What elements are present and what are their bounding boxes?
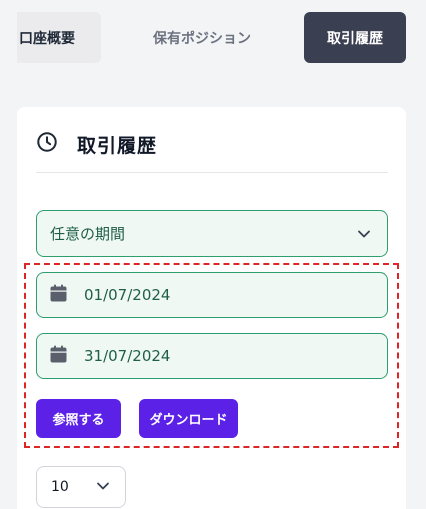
tab-account-summary[interactable]: 口座概要 [17, 12, 101, 63]
tab-bar: 口座概要 保有ポジション 取引履歴 [0, 0, 426, 80]
calendar-icon [50, 284, 84, 306]
end-date-value: 31/07/2024 [84, 347, 171, 365]
chevron-down-icon [96, 479, 110, 495]
tab-positions[interactable]: 保有ポジション [122, 12, 282, 63]
card-header: 取引履歴 [36, 125, 388, 173]
card-title: 取引履歴 [77, 135, 158, 157]
start-date-input[interactable]: 01/07/2024 [36, 272, 388, 318]
end-date-input[interactable]: 31/07/2024 [36, 333, 388, 379]
refer-button[interactable]: 参照する [36, 399, 121, 438]
period-select[interactable]: 任意の期間 [36, 210, 388, 257]
chevron-down-icon [357, 225, 371, 243]
start-date-value: 01/07/2024 [84, 286, 171, 304]
trade-history-card: 取引履歴 任意の期間 01/07/2024 31/07/2024 参照する ダウ… [17, 107, 406, 509]
calendar-icon [50, 345, 84, 367]
page-size-value: 10 [51, 479, 69, 495]
page-size-select[interactable]: 10 [36, 466, 126, 508]
period-select-value: 任意の期間 [50, 225, 126, 243]
clock-icon [36, 125, 58, 157]
download-button[interactable]: ダウンロード [139, 399, 238, 438]
tab-trade-history[interactable]: 取引履歴 [304, 12, 406, 63]
